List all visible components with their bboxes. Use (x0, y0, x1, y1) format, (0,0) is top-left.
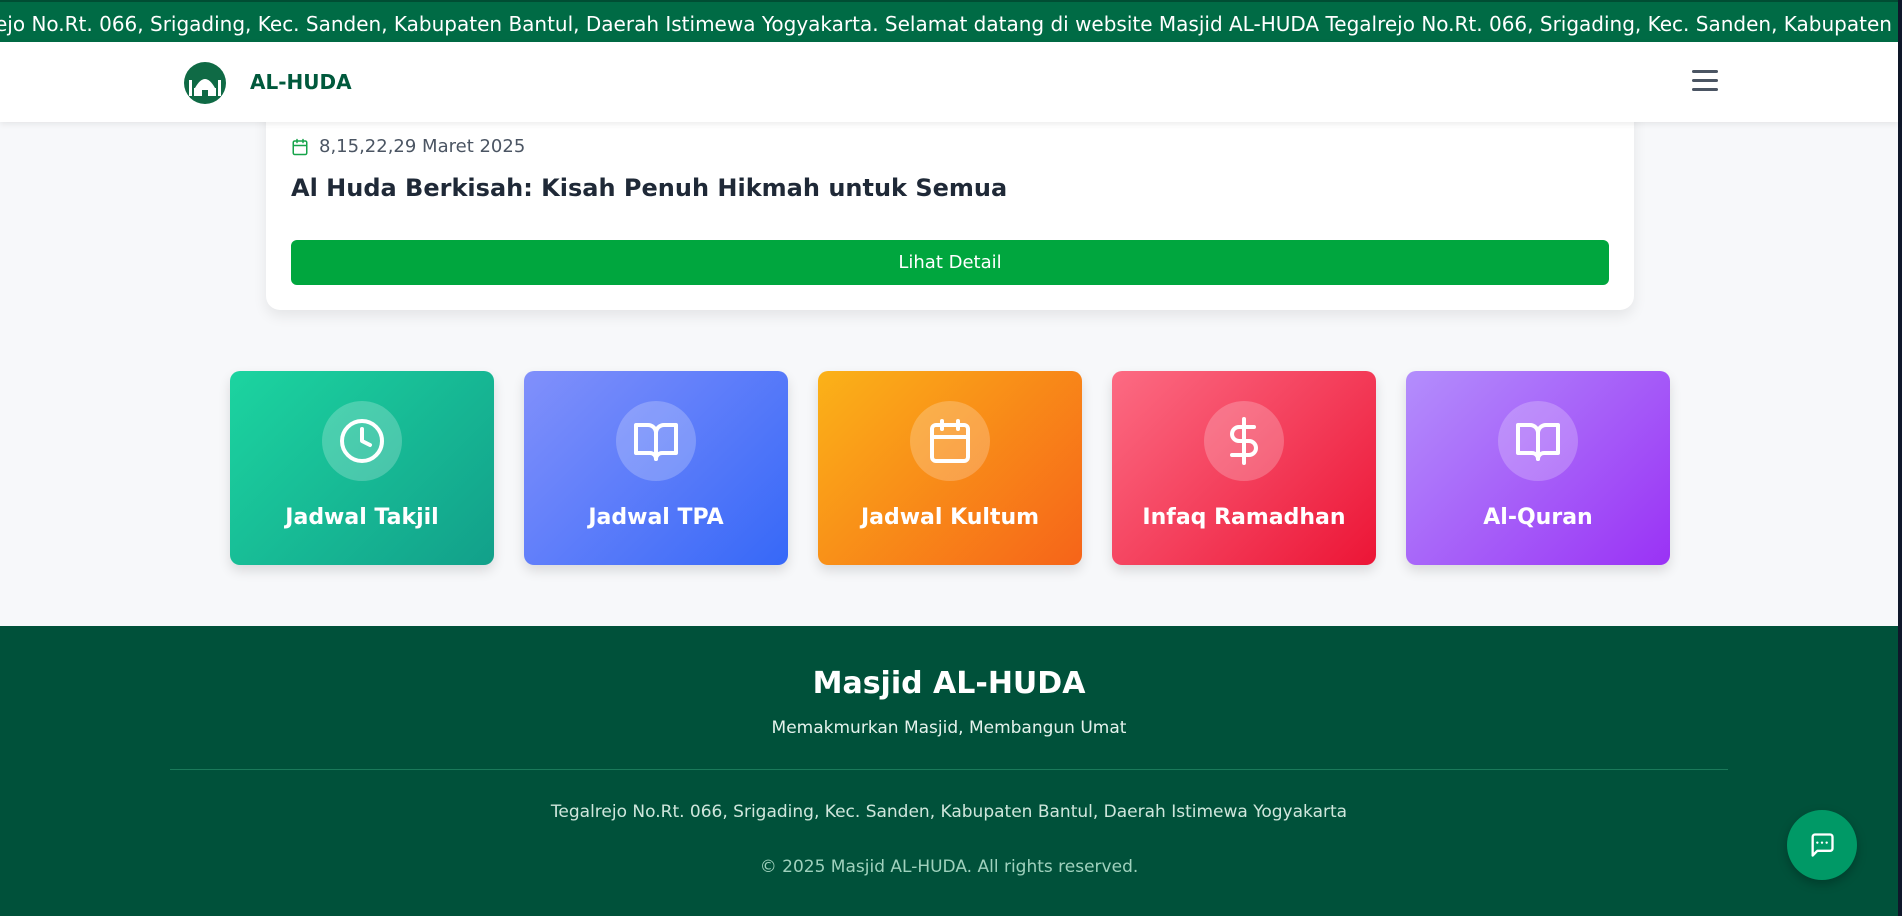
event-date-text: 8,15,22,29 Maret 2025 (319, 136, 526, 157)
view-detail-button[interactable]: Lihat Detail (291, 240, 1609, 285)
announcement-marquee: ejo No.Rt. 066, Srigading, Kec. Sanden, … (0, 0, 1902, 42)
quick-link-label: Jadwal Kultum (860, 505, 1040, 530)
quick-link-jadwal-kultum[interactable]: Jadwal Kultum (818, 371, 1082, 565)
footer-copyright: © 2025 Masjid AL-HUDA. All rights reserv… (759, 857, 1139, 877)
quick-link-jadwal-takjil[interactable]: Jadwal Takjil (230, 371, 494, 565)
footer: Masjid AL-HUDA Memakmurkan Masjid, Memba… (0, 626, 1898, 916)
hamburger-menu-icon[interactable] (1690, 68, 1720, 94)
chat-button[interactable] (1787, 810, 1857, 880)
event-card: 8,15,22,29 Maret 2025 Al Huda Berkisah: … (266, 100, 1634, 310)
mosque-logo-icon[interactable] (181, 58, 229, 106)
footer-address: Tegalrejo No.Rt. 066, Srigading, Kec. Sa… (550, 802, 1348, 822)
clock-icon (322, 401, 402, 481)
open-book-icon (1498, 401, 1578, 481)
quick-link-label: Infaq Ramadhan (1142, 505, 1346, 530)
quick-link-al-quran[interactable]: Al-Quran (1406, 371, 1670, 565)
calendar-icon (910, 401, 990, 481)
announcement-text: ejo No.Rt. 066, Srigading, Kec. Sanden, … (0, 12, 1902, 36)
quick-link-label: Al-Quran (1483, 505, 1593, 530)
event-date: 8,15,22,29 Maret 2025 (291, 136, 525, 157)
navbar: AL-HUDA (0, 42, 1898, 122)
footer-divider (170, 769, 1728, 770)
calendar-icon (292, 138, 308, 155)
quick-link-label: Jadwal Takjil (285, 505, 439, 530)
open-book-icon (616, 401, 696, 481)
event-title: Al Huda Berkisah: Kisah Penuh Hikmah unt… (291, 174, 1008, 202)
brand-name[interactable]: AL-HUDA (250, 70, 352, 94)
footer-title: Masjid AL-HUDA (812, 666, 1086, 701)
footer-tagline: Memakmurkan Masjid, Membangun Umat (771, 718, 1127, 738)
dollar-icon (1204, 401, 1284, 481)
quick-link-jadwal-tpa[interactable]: Jadwal TPA (524, 371, 788, 565)
window-edge (1898, 0, 1902, 916)
quick-link-infaq-ramadhan[interactable]: Infaq Ramadhan (1112, 371, 1376, 565)
chat-bubble-icon (1811, 833, 1834, 857)
quick-link-label: Jadwal TPA (588, 505, 724, 530)
